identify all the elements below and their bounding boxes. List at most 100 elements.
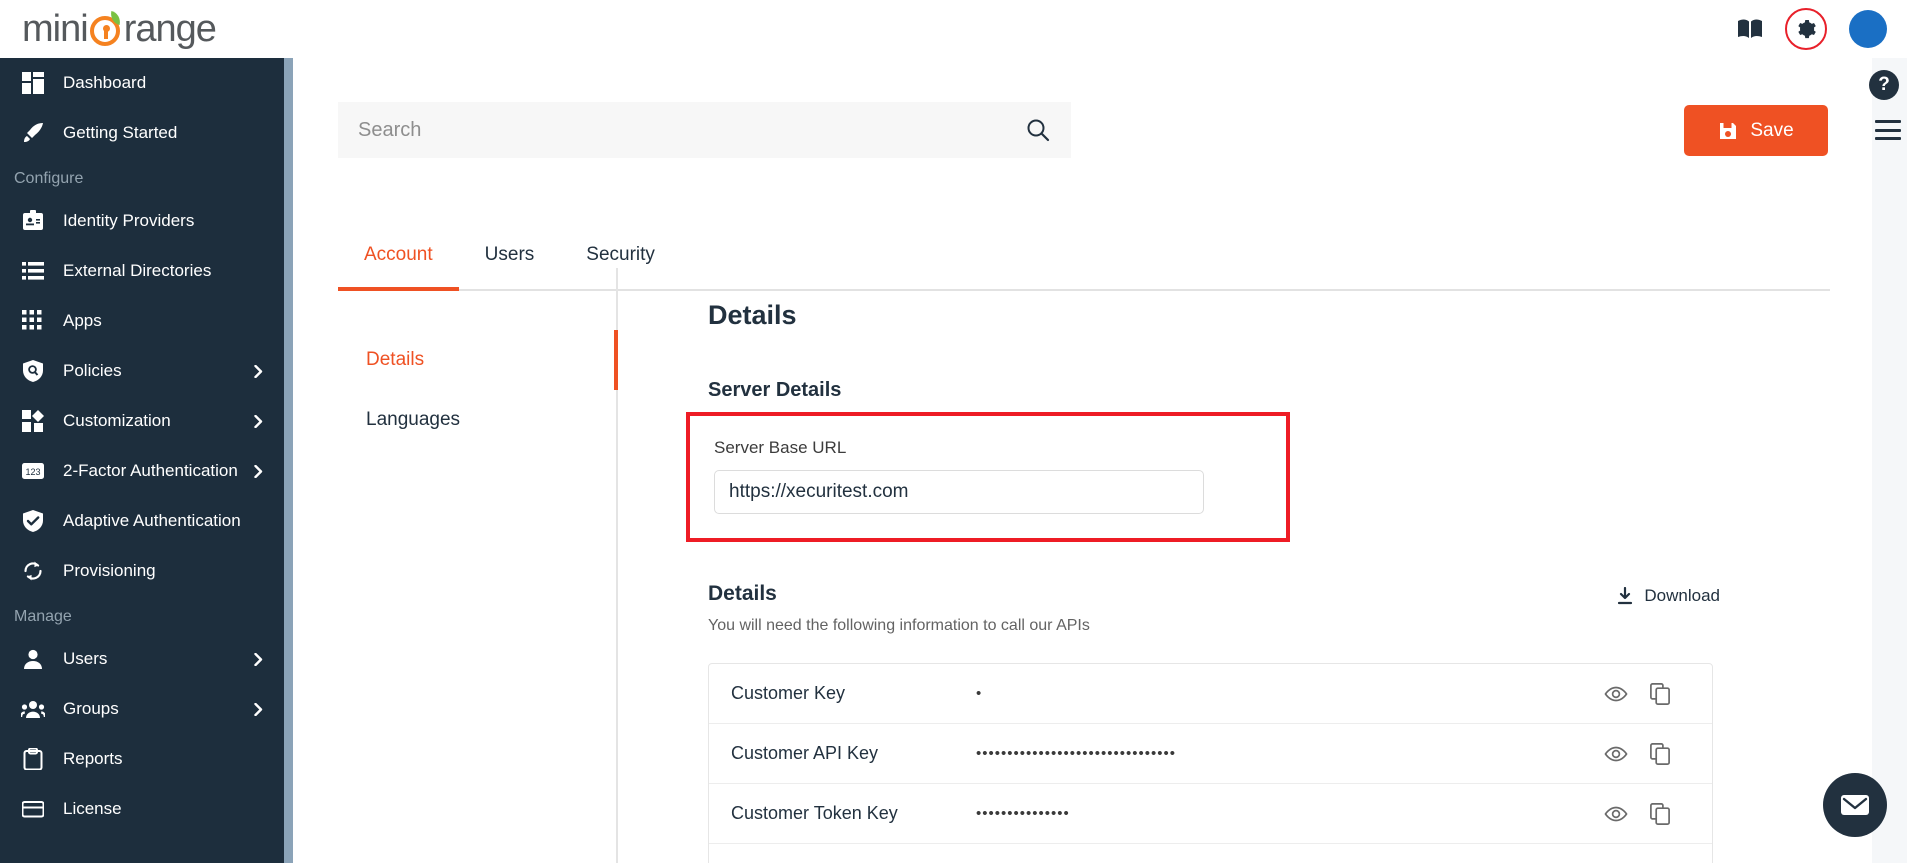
id-card-icon — [20, 210, 46, 232]
search-icon[interactable] — [1025, 117, 1051, 143]
api-row-label: Customer Token Key — [731, 803, 898, 823]
subnav-item-details[interactable]: Details — [293, 330, 618, 390]
page-title: Details — [708, 300, 797, 330]
api-row-masked-value: • — [976, 685, 983, 702]
header-icon-group — [1737, 0, 1887, 58]
table-row: Customer Token Key ••••••••••••••• — [709, 784, 1712, 844]
sidebar-item-label: Apps — [63, 311, 102, 330]
help-button[interactable]: ? — [1869, 70, 1899, 100]
table-row: Customer API Key ••••••••••••••••••••••••… — [709, 724, 1712, 784]
sidebar-item-label: Customization — [63, 411, 171, 430]
download-icon — [1616, 587, 1634, 605]
dashboard-icon — [20, 72, 46, 94]
sidebar-item-label: Groups — [63, 699, 119, 718]
chevron-right-icon[interactable] — [251, 652, 265, 666]
shield-search-icon — [20, 360, 46, 382]
right-rail: ? — [1869, 58, 1907, 863]
server-base-url-label: Server Base URL — [714, 438, 847, 457]
svg-text:123: 123 — [25, 467, 40, 477]
chat-support-button[interactable] — [1823, 773, 1887, 837]
sidebar-item-license[interactable]: License — [0, 784, 293, 834]
details-panel: Details Server Details Server Base URL D… — [620, 268, 1872, 863]
customization-icon — [20, 410, 46, 432]
api-row-label: Customer API Key — [731, 743, 879, 763]
sidebar-item-provisioning[interactable]: Provisioning — [0, 546, 293, 596]
download-label: Download — [1644, 586, 1720, 605]
user-avatar[interactable] — [1849, 10, 1887, 48]
download-button[interactable]: Download — [1616, 582, 1720, 606]
sidebar-item-getting-started[interactable]: Getting Started — [0, 108, 293, 158]
sidebar-item-external-directories[interactable]: External Directories — [0, 246, 293, 296]
api-credentials-table: Customer Key • Customer API Key •••••••••••… — [708, 663, 1713, 863]
clipboard-icon — [20, 748, 46, 770]
chevron-right-icon[interactable] — [251, 364, 265, 378]
sidebar-item-label: Getting Started — [63, 123, 178, 142]
sidebar-item-label: Reports — [63, 749, 123, 768]
sidebar-item-policies[interactable]: Policies — [0, 346, 293, 396]
search-input[interactable] — [358, 118, 1025, 142]
chevron-right-icon[interactable] — [251, 414, 265, 428]
sidebar-item-2-factor-authentication[interactable]: 123 2-Factor Authentication — [0, 446, 293, 496]
gear-icon — [1798, 20, 1816, 39]
api-row-label: Customer Key — [731, 683, 846, 703]
sidebar-item-reports[interactable]: Reports — [0, 734, 293, 784]
floppy-disk-icon — [1718, 121, 1738, 141]
eye-icon[interactable] — [1604, 745, 1628, 763]
sidebar-item-customization[interactable]: Customization — [0, 396, 293, 446]
sidebar-item-label: Adaptive Authentication — [63, 511, 241, 530]
api-row-masked-value: ••••••••••••••• — [976, 805, 1070, 822]
sidebar-item-label: External Directories — [63, 261, 212, 280]
api-row-actions — [1604, 742, 1690, 765]
eye-icon[interactable] — [1604, 685, 1628, 703]
api-details-header-row: Details You will need the following info… — [708, 582, 1720, 635]
server-details-heading: Server Details — [708, 379, 842, 401]
eye-icon[interactable] — [1604, 805, 1628, 823]
settings-gear-button[interactable] — [1785, 8, 1827, 50]
card-icon — [20, 798, 46, 820]
sidebar-item-users[interactable]: Users — [0, 634, 293, 684]
list-icon — [20, 260, 46, 282]
sidebar-section-configure: Configure — [14, 170, 84, 187]
sync-icon — [20, 560, 46, 582]
top-header-bar: mini range — [0, 0, 1907, 58]
book-icon[interactable] — [1737, 18, 1763, 40]
sidebar: Dashboard Getting Started Configure Identit… — [0, 0, 293, 863]
sidebar-item-dashboard[interactable]: Dashboard — [0, 58, 293, 108]
api-row-masked-value: •••••••••••••••••••••••••••••••• — [976, 745, 1177, 762]
sidebar-item-groups[interactable]: Groups — [0, 684, 293, 734]
save-button[interactable]: Save — [1684, 105, 1828, 156]
sidebar-item-label: Identity Providers — [63, 211, 195, 230]
logo-orange-o-icon — [89, 10, 123, 46]
logo-text-mini: mini — [22, 7, 89, 50]
sidebar-item-apps[interactable]: Apps — [0, 296, 293, 346]
hamburger-menu-icon[interactable] — [1875, 120, 1901, 140]
subnav-item-languages[interactable]: Languages — [293, 390, 616, 450]
api-details-subtitle: You will need the following information … — [708, 617, 1090, 634]
copy-icon[interactable] — [1650, 682, 1670, 705]
rocket-icon — [20, 122, 46, 144]
api-row-actions — [1604, 682, 1690, 705]
api-row-actions — [1604, 802, 1690, 825]
numbers-123-icon: 123 — [20, 460, 46, 482]
save-button-label: Save — [1750, 119, 1794, 141]
search-and-save-row: Save — [338, 102, 1828, 158]
sidebar-item-adaptive-authentication[interactable]: Adaptive Authentication — [0, 496, 293, 546]
chevron-right-icon[interactable] — [251, 464, 265, 478]
chevron-right-icon[interactable] — [251, 702, 265, 716]
copy-icon[interactable] — [1650, 802, 1670, 825]
server-base-url-input[interactable] — [714, 470, 1204, 514]
server-base-url-highlight-box: Server Base URL — [686, 412, 1290, 542]
sidebar-item-label: 2-Factor Authentication — [63, 461, 238, 480]
search-box[interactable] — [338, 102, 1071, 158]
api-details-heading: Details — [708, 582, 777, 605]
user-icon — [20, 648, 46, 670]
sidebar-item-identity-providers[interactable]: Identity Providers — [0, 196, 293, 246]
copy-icon[interactable] — [1650, 742, 1670, 765]
sidebar-section-manage: Manage — [14, 608, 72, 625]
grid-apps-icon — [20, 310, 46, 332]
sidebar-item-label: Policies — [63, 361, 122, 380]
table-row: Customer Key • — [709, 664, 1712, 724]
table-row: Version number3.8.2 — [709, 844, 1712, 863]
sidebar-item-label: Users — [63, 649, 108, 668]
miniorange-logo[interactable]: mini range — [22, 6, 217, 52]
